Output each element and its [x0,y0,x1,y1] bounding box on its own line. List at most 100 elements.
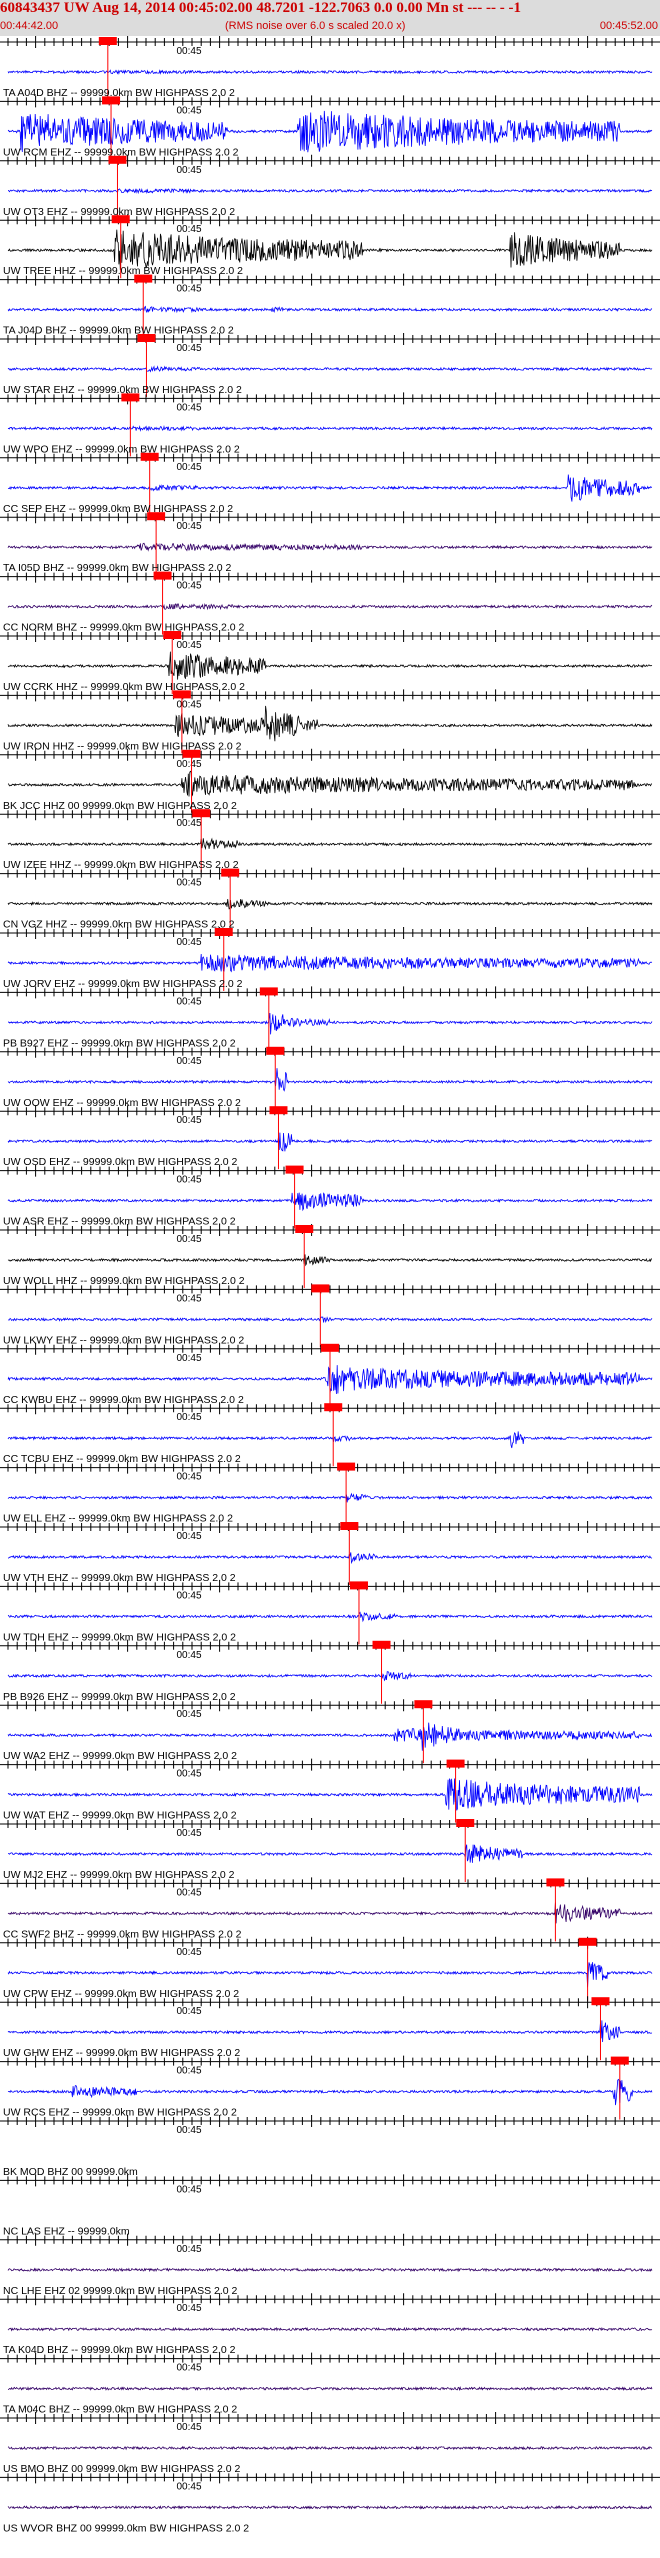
tick-label: 00:45 [177,2481,202,2492]
trace-row: 00:45TA A04D BHZ -- 99999.0km BW HIGHPAS… [0,36,660,100]
tick-label: 00:45 [177,1531,202,1542]
end-time: 00:45:52.00 [599,20,658,32]
trace-row: 00:45 US WVOR BHZ 00 99999.0km BW HIGHPAS… [0,2471,660,2534]
tick-label: 00:45 [177,759,202,770]
station-label: UW GHW EHZ -- 99999.0km BW HIGHPASS 2.0 … [3,2047,240,2059]
tick-label: 00:45 [177,1293,202,1304]
waveform [7,2267,653,2273]
station-label: BK MOD BHZ 00 99999.0km [3,2166,138,2178]
trace-row: 00:45 NC LAS EHZ -- 99999.0km [0,2174,660,2237]
waveform [7,1722,653,1751]
waveform [7,1492,653,1503]
station-label: NC LAS EHZ -- 99999.0km [3,2225,130,2237]
trace-row: 00:45 UW RCS EHZ -- 99999.0km BW HIGHPASS… [0,2055,660,2120]
tick-label: 00:45 [177,402,202,413]
tick-label: 00:45 [177,1828,202,1839]
waveform [7,425,653,432]
tick-label: 00:45 [177,2303,202,2314]
station-label: UW JORV EHZ -- 99999.0km BW HIGHPASS 2.0… [3,978,243,990]
trace-row: 00:45 UW LKWY EHZ -- 99999.0km BW HIGHPAS… [0,1283,660,1348]
tick-label: 00:45 [177,2184,202,2195]
tick-label: 00:45 [177,1234,202,1245]
trace-row: 00:45 TA K04D BHZ -- 99999.0km BW HIGHPAS… [0,2293,660,2356]
trace-row: 00:45 UW WA2 EHZ -- 99999.0km BW HIGHPASS… [0,1699,660,1764]
trace-row: 00:45 UW CPW EHZ -- 99999.0km BW HIGHPASS… [0,1936,660,2001]
station-label: UW WPO EHZ -- 99999.0km BW HIGHPASS 2.0 … [3,443,240,455]
station-label: UW WA2 EHZ -- 99999.0km BW HIGHPASS 2.0 … [3,1750,237,1762]
tick-label: 00:45 [177,343,202,354]
waveform [7,2445,653,2451]
waveform [7,2326,653,2332]
waveform [8,187,653,195]
waveform [7,1254,652,1267]
trace-row: 00:45 US BMO BHZ 00 99999.0km BW HIGHPASS… [0,2412,660,2475]
station-label: CC KWBU EHZ -- 99999.0km BW HIGHPASS 2.0… [3,1394,244,1406]
tick-label: 00:45 [177,2066,202,2077]
waveform [7,1962,653,1988]
station-label: UW CPW EHZ -- 99999.0km BW HIGHPASS 2.0 … [3,1988,239,2000]
waveform [7,2386,653,2392]
tick-label: 00:45 [177,1353,202,1364]
trace-row: 00:45 UW WOLL HHZ -- 99999.0km BW HIGHPAS… [0,1224,660,1288]
waveform [7,2020,653,2043]
station-label: CN VGZ HHZ -- 99999.0km BW HIGHPASS 2.0 … [3,919,235,931]
trace-row: 00:45 TA M04C BHZ -- 99999.0km BW HIGHPAS… [0,2352,660,2416]
station-label: UW TDH EHZ -- 99999.0km BW HIGHPASS 2.0 … [3,1631,236,1643]
trace-row: 00:45 CC NORM BHZ -- 99999.0km BW HIGHPAS… [0,570,660,635]
station-label: US BMO BHZ 00 99999.0km BW HIGHPASS 2.0 … [3,2463,240,2475]
trace-row: 00:45 NC LHE EHZ 02 99999.0km BW HIGHPASS… [0,2233,660,2297]
trace-row: 00:45 UW WPO EHZ -- 99999.0km BW HIGHPASS… [0,392,660,457]
tick-label: 00:45 [177,1412,202,1423]
waveform [7,69,653,75]
trace-row: 00:45 UW ASR EHZ -- 99999.0km BW HIGHPASS… [0,1164,660,1229]
waveform [7,1777,653,1811]
station-label: TA K04D BHZ -- 99999.0km BW HIGHPASS 2.0… [3,2344,236,2356]
trace-row: 00:45BK JCC HHZ 00 99999.0km BW HIGHPASS… [0,748,660,813]
waveform [7,1552,653,1565]
station-label: UW ELL EHZ -- 99999.0km BW HIGHPASS 2.0 … [3,1513,233,1525]
tick-label: 00:45 [177,1650,202,1661]
tick-label: 00:45 [177,1472,202,1483]
waveform [7,229,653,270]
station-label: UW TREE HHZ -- 99999.0km BW HIGHPASS 2.0… [3,265,243,277]
trace-row: 00:45 PB B927 EHZ -- 99999.0km BW HIGHPAS… [0,986,660,1051]
tick-label: 00:45 [177,2125,202,2136]
trace-row: 00:45 TA J04D BHZ -- 99999.0km BW HIGHPAS… [0,273,660,338]
tick-label: 00:45 [177,818,202,829]
station-label: UW IRON HHZ -- 99999.0km BW HIGHPASS 2.0… [3,740,242,752]
trace-row: 00:45 BK MOD BHZ 00 99999.0km [0,2115,660,2178]
station-label: CC TCBU EHZ -- 99999.0km BW HIGHPASS 2.0… [3,1453,241,1465]
waveform [7,651,653,680]
trace-row: 00:45UW STAR EHZ -- 99999.0km BW HIGHPAS… [0,333,660,397]
station-label: UW WAT EHZ -- 99999.0km BW HIGHPASS 2.0 … [3,1810,237,1822]
station-label: TA I05D BHZ -- 99999.0km BW HIGHPASS 2.0… [3,562,232,574]
waveform [7,474,653,502]
station-label: PB B926 EHZ -- 99999.0km BW HIGHPASS 2.0… [3,1691,236,1703]
station-label: CC NORM BHZ -- 99999.0km BW HIGHPASS 2.0… [3,622,245,634]
tick-label: 00:45 [177,2244,202,2255]
tick-label: 00:45 [177,937,202,948]
rms-note: (RMS noise over 6.0 s scaled 20.0 x) [225,20,406,32]
tick-label: 00:45 [177,462,202,473]
tick-label: 00:45 [177,1887,202,1898]
waveform [7,1132,653,1152]
station-label: PB B927 EHZ -- 99999.0km BW HIGHPASS 2.0… [3,1037,236,1049]
waveform [7,1611,653,1623]
trace-row: 00:45 UW IZEE HHZ -- 99999.0km BW HIGHPAS… [0,808,660,873]
tick-label: 00:45 [177,105,202,116]
trace-row: 00:45 UW TREE HHZ -- 99999.0km BW HIGHPAS… [0,214,660,279]
station-label: UW RCS EHZ -- 99999.0km BW HIGHPASS 2.0 … [3,2107,237,2119]
header-bar: 60843437 UW Aug 14, 2014 00:45:02.00 48.… [0,0,660,36]
tick-label: 00:45 [177,165,202,176]
tick-label: 00:45 [177,521,202,532]
station-label: TA J04D BHZ -- 99999.0km BW HIGHPASS 2.0… [3,325,234,337]
waveform [7,705,653,742]
station-label: UW IZEE HHZ -- 99999.0km BW HIGHPASS 2.0… [3,859,239,871]
tick-label: 00:45 [177,878,202,889]
waveform [7,1671,653,1682]
trace-row: 00:45 CC KWBU EHZ -- 99999.0km BW HIGHPAS… [0,1342,660,1407]
seismogram-plot: 00:45TA A04D BHZ -- 99999.0km BW HIGHPAS… [0,36,660,2534]
tick-label: 00:45 [177,46,202,57]
trace-row: 00:45 TA I05D BHZ -- 99999.0km BW HIGHPAS… [0,511,660,576]
waveform [7,770,653,797]
